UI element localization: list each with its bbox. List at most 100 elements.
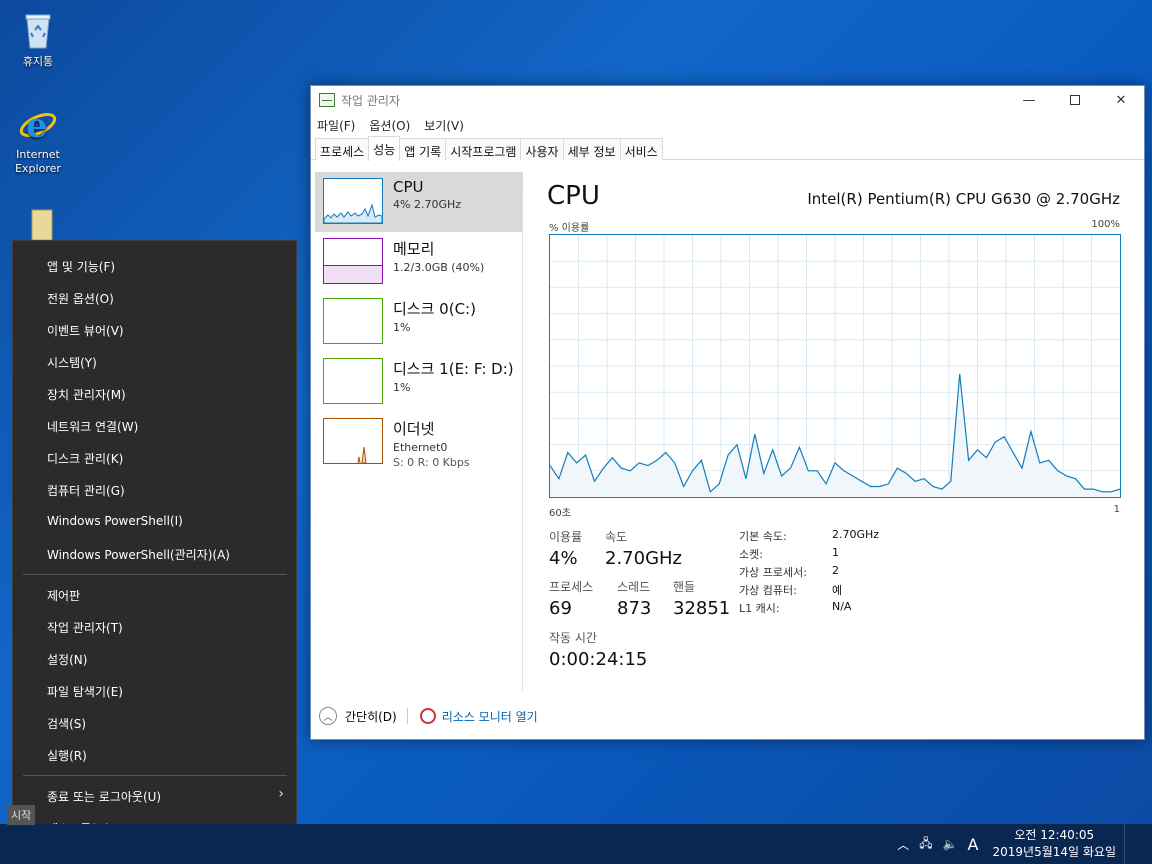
menu-item-event-viewer[interactable]: 이벤트 뷰어(V) xyxy=(47,322,124,339)
show-desktop-button[interactable] xyxy=(1124,824,1152,864)
tab-startup[interactable]: 시작프로그램 xyxy=(445,138,522,160)
resource-monitor-link[interactable]: 리소스 모니터 열기 xyxy=(442,708,538,725)
ime-indicator[interactable]: A xyxy=(968,835,979,854)
menu-item-search[interactable]: 검색(S) xyxy=(47,715,86,732)
winx-menu: 앱 및 기능(F) 전원 옵션(O) 이벤트 뷰어(V) 시스템(Y) 장치 관… xyxy=(12,240,297,850)
menu-item-powershell[interactable]: Windows PowerShell(I) xyxy=(47,514,183,528)
tab-performance[interactable]: 성능 xyxy=(368,136,401,161)
menu-item-system[interactable]: 시스템(Y) xyxy=(47,354,97,371)
title-bar[interactable]: 작업 관리자 — ✕ xyxy=(311,86,1144,114)
menu-item-network-connections[interactable]: 네트워크 연결(W) xyxy=(47,418,138,435)
menu-item-disk-management[interactable]: 디스크 관리(K) xyxy=(47,450,123,467)
menu-item-power-options[interactable]: 전원 옵션(O) xyxy=(47,290,114,307)
handles-label: 핸들 xyxy=(673,580,696,594)
sidebar-item-label: 디스크 1(E: F: D:) xyxy=(393,360,514,378)
menu-item-computer-management[interactable]: 컴퓨터 관리(G) xyxy=(47,482,125,499)
recycle-bin-icon xyxy=(18,10,58,50)
sidebar-item-disk0[interactable]: 디스크 0(C:) 1% xyxy=(315,292,523,352)
task-manager-window[interactable]: 작업 관리자 — ✕ 파일(F) 옵션(O) 보기(V) 프로세스 성능 앱 기… xyxy=(310,85,1145,740)
menu-item-device-manager[interactable]: 장치 관리자(M) xyxy=(47,386,126,403)
desktop-icon-recycle-bin[interactable]: 휴지통 xyxy=(6,10,70,69)
menu-item-control-panel[interactable]: 제어판 xyxy=(47,587,80,604)
chevron-up-icon[interactable]: ︿ xyxy=(897,836,909,853)
sidebar-item-value: 1% xyxy=(393,381,411,394)
sidebar-item-value: Ethernet0 xyxy=(393,441,448,454)
start-tooltip: 시작 xyxy=(7,805,36,825)
sidebar-item-memory[interactable]: 메모리 1.2/3.0GB (40%) xyxy=(315,232,523,292)
tab-services[interactable]: 서비스 xyxy=(619,138,663,160)
fewer-details-button[interactable]: 간단히(D) xyxy=(345,708,397,725)
performance-sidebar: CPU 4% 2.70GHz 메모리 1.2/3.0GB (40%) 디스크 0… xyxy=(315,172,523,472)
menu-item-settings[interactable]: 설정(N) xyxy=(47,651,87,668)
sidebar-item-value: 4% 2.70GHz xyxy=(393,198,462,211)
menu-item-run[interactable]: 실행(R) xyxy=(47,747,87,764)
speed-value: 2.70GHz xyxy=(605,548,683,569)
spec-value: 1 xyxy=(832,546,839,559)
close-button[interactable]: ✕ xyxy=(1098,86,1144,114)
y-axis-label: % 이용률 xyxy=(549,223,590,234)
menu-options[interactable]: 옵션(O) xyxy=(369,117,410,134)
minimize-icon: — xyxy=(1022,92,1036,108)
speed-label: 속도 xyxy=(605,530,628,544)
internet-explorer-icon: e xyxy=(18,105,58,146)
desktop-icon-internet-explorer[interactable]: e Internet Explorer xyxy=(6,105,70,176)
menu-separator xyxy=(23,574,287,575)
close-icon: ✕ xyxy=(1115,92,1127,108)
menu-item-shutdown-signout[interactable]: 종료 또는 로그아웃(U) xyxy=(47,788,161,805)
spec-value: N/A xyxy=(832,600,852,613)
menu-item-powershell-admin[interactable]: Windows PowerShell(관리자)(A) xyxy=(47,546,230,563)
cpu-model: Intel(R) Pentium(R) CPU G630 @ 2.70GHz xyxy=(807,190,1120,208)
menu-item-apps-features[interactable]: 앱 및 기능(F) xyxy=(47,258,115,275)
x-axis-start: 60초 xyxy=(549,508,571,519)
cpu-usage-graph xyxy=(549,234,1121,498)
menu-item-file-explorer[interactable]: 파일 탐색기(E) xyxy=(47,683,123,700)
sidebar-item-disk1[interactable]: 디스크 1(E: F: D:) 1% xyxy=(315,352,523,412)
maximize-button[interactable] xyxy=(1052,86,1098,114)
maximize-icon xyxy=(1070,95,1080,105)
processes-value: 69 xyxy=(549,598,572,619)
menu-file[interactable]: 파일(F) xyxy=(317,117,355,134)
network-icon[interactable]: 🖧 xyxy=(919,834,932,855)
memory-thumbnail xyxy=(323,238,383,284)
chevron-right-icon: › xyxy=(278,786,284,802)
clock[interactable]: 오전 12:40:05 2019년5월14일 화요일 xyxy=(993,827,1117,861)
window-title: 작업 관리자 xyxy=(341,93,401,108)
spec-label: 기본 속도: xyxy=(739,530,787,543)
minimize-button[interactable]: — xyxy=(1006,86,1052,114)
chevron-up-icon[interactable]: ︿ xyxy=(319,707,337,725)
volume-icon[interactable]: 🔈 xyxy=(943,837,958,851)
page-title: CPU xyxy=(547,181,600,211)
resource-monitor-icon xyxy=(419,708,436,724)
spec-label: 소켓: xyxy=(739,548,763,561)
threads-value: 873 xyxy=(617,598,652,619)
tab-users[interactable]: 사용자 xyxy=(520,138,564,160)
uptime-label: 작동 시간 xyxy=(549,631,597,645)
x-axis-end: 1 xyxy=(1113,504,1120,515)
tab-bar: 프로세스 성능 앱 기록 시작프로그램 사용자 세부 정보 서비스 xyxy=(311,136,1144,161)
sidebar-item-label: CPU xyxy=(393,178,424,196)
system-tray: ︿ 🖧 🔈 A 오전 12:40:05 2019년5월14일 화요일 xyxy=(897,824,1152,864)
footer: ︿ 간단히(D) 리소스 모니터 열기 xyxy=(319,707,538,725)
cpu-thumbnail xyxy=(323,178,383,224)
desktop-icon-label: Internet Explorer xyxy=(15,148,61,175)
tab-details[interactable]: 세부 정보 xyxy=(562,138,621,160)
sidebar-item-value2: S: 0 R: 0 Kbps xyxy=(393,456,470,469)
sidebar-item-value: 1.2/3.0GB (40%) xyxy=(393,261,485,274)
spec-label: 가상 프로세서: xyxy=(739,566,807,579)
sidebar-item-label: 메모리 xyxy=(393,240,435,258)
sidebar-item-label: 이더넷 xyxy=(393,420,435,438)
tab-app-history[interactable]: 앱 기록 xyxy=(399,138,447,160)
menu-separator xyxy=(23,775,287,776)
menu-view[interactable]: 보기(V) xyxy=(424,117,464,134)
sidebar-item-value: 1% xyxy=(393,321,411,334)
tab-processes[interactable]: 프로세스 xyxy=(315,138,370,160)
spec-value: 2.70GHz xyxy=(832,528,880,541)
menu-item-task-manager[interactable]: 작업 관리자(T) xyxy=(47,619,123,636)
sidebar-item-ethernet[interactable]: 이더넷 Ethernet0 S: 0 R: 0 Kbps xyxy=(315,412,523,472)
disk1-thumbnail xyxy=(323,358,383,404)
sidebar-item-cpu[interactable]: CPU 4% 2.70GHz xyxy=(315,172,523,232)
spec-value: 예 xyxy=(832,584,843,597)
processes-label: 프로세스 xyxy=(549,580,594,594)
threads-label: 스레드 xyxy=(617,580,651,594)
spec-label: L1 캐시: xyxy=(739,602,780,615)
